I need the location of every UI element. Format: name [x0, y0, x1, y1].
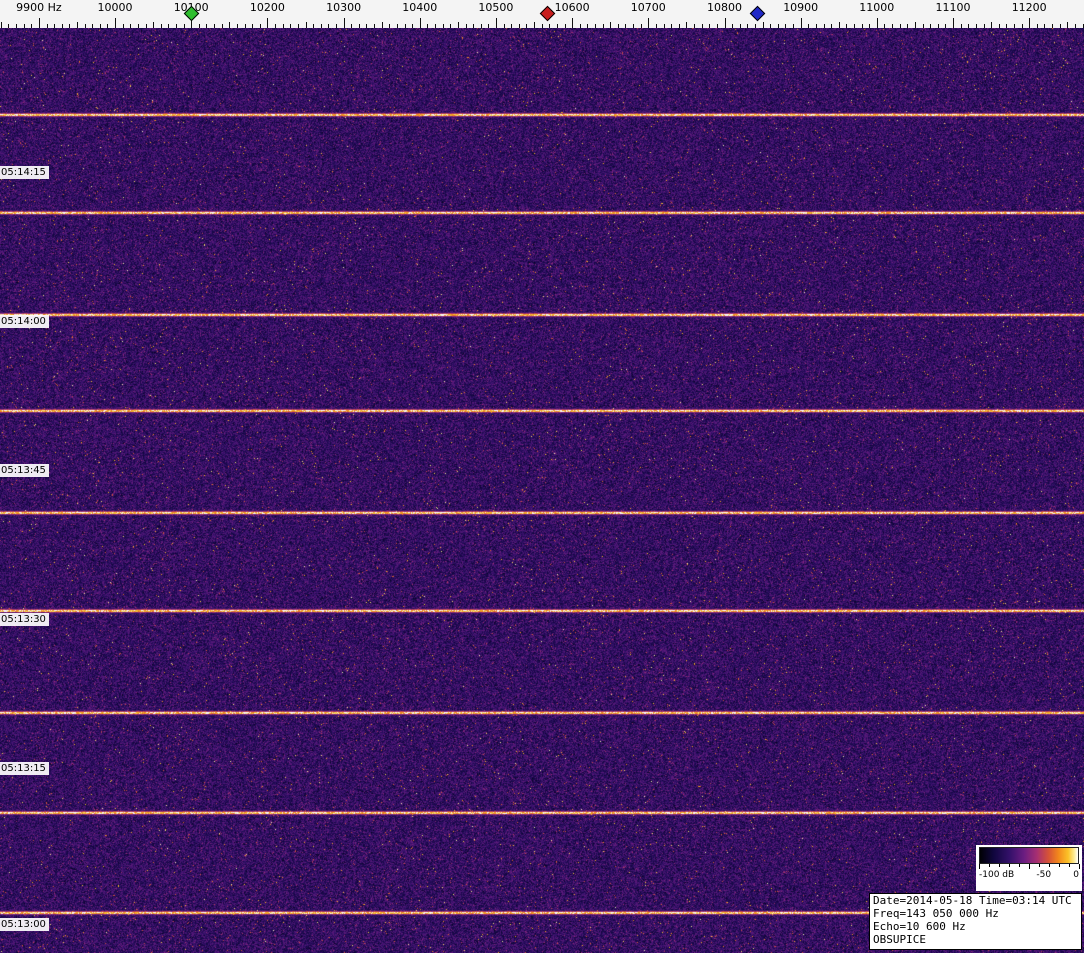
time-label: 05:13:45 — [0, 464, 49, 477]
colorbar-tick — [1079, 864, 1080, 869]
freq-tick — [648, 18, 650, 28]
freq-tick-label: 10500 — [478, 1, 514, 14]
freq-tick-label: 10000 — [97, 1, 133, 14]
freq-tick-label: 11000 — [859, 1, 895, 14]
freq-tick — [1029, 18, 1031, 28]
colorbar-ticks — [979, 864, 1080, 870]
colorbar-tick — [989, 864, 990, 867]
colorbar-tick — [1029, 864, 1030, 869]
colorbar-label-min: -100 dB — [979, 870, 1015, 880]
freq-tick — [876, 18, 878, 28]
freq-tick — [115, 18, 116, 28]
freq-tick-label: 10400 — [402, 1, 438, 14]
frequency-ruler[interactable]: 9900 Hz100001010010200103001040010500106… — [0, 0, 1084, 28]
colorbar-tick — [1009, 864, 1010, 867]
colorbar-tick — [999, 864, 1000, 867]
time-label: 05:13:15 — [0, 762, 49, 775]
time-label: 05:14:00 — [0, 315, 49, 328]
info-box: Date=2014-05-18 Time=03:14 UTC Freq=143 … — [869, 893, 1082, 950]
spectrogram-canvas[interactable] — [0, 28, 1084, 953]
colorbar-tick — [1059, 864, 1060, 867]
colorbar-tick — [1019, 864, 1020, 867]
time-label: 05:13:30 — [0, 613, 49, 626]
freq-tick — [953, 18, 954, 28]
colorbar-tick — [1049, 864, 1050, 867]
info-line-echo: Echo=10 600 Hz — [873, 920, 966, 933]
time-label: 05:13:00 — [0, 918, 49, 931]
colorbar-tick — [1039, 864, 1040, 867]
freq-tick-label: 10800 — [707, 1, 742, 14]
waterfall-area: -100 dB -50 0 Date=2014-05-18 Time=03:14… — [0, 28, 1084, 953]
freq-tick-label: 10300 — [326, 1, 362, 14]
time-label: 05:14:15 — [0, 166, 49, 179]
freq-tick-label: 10900 — [783, 1, 819, 14]
info-line-station: OBSUPICE — [873, 933, 926, 946]
info-line-date: Date=2014-05-18 Time=03:14 UTC — [873, 894, 1072, 907]
freq-tick — [343, 18, 345, 28]
freq-tick-label: 10700 — [630, 1, 666, 14]
freq-tick — [572, 18, 574, 28]
freq-tick — [800, 18, 802, 28]
freq-tick-label: 9900 Hz — [16, 1, 62, 14]
freq-tick — [267, 18, 269, 28]
freq-tick — [495, 18, 497, 28]
freq-tick-label: 11200 — [1011, 1, 1047, 14]
freq-tick-label: 10200 — [249, 1, 285, 14]
freq-tick — [419, 18, 421, 28]
colorbar-gradient — [979, 847, 1079, 864]
freq-tick-label: 11100 — [935, 1, 971, 14]
colorbar-tick — [979, 864, 980, 869]
app-root: 9900 Hz100001010010200103001040010500106… — [0, 0, 1084, 953]
freq-tick — [38, 18, 40, 28]
colorbar-panel: -100 dB -50 0 — [976, 845, 1082, 891]
colorbar-labels: -100 dB -50 0 — [979, 870, 1079, 880]
colorbar-tick — [1069, 864, 1070, 867]
colorbar-label-max: 0 — [1073, 870, 1079, 880]
freq-tick — [724, 18, 726, 28]
colorbar-label-mid: -50 — [1036, 870, 1052, 880]
info-line-freq: Freq=143 050 000 Hz — [873, 907, 999, 920]
